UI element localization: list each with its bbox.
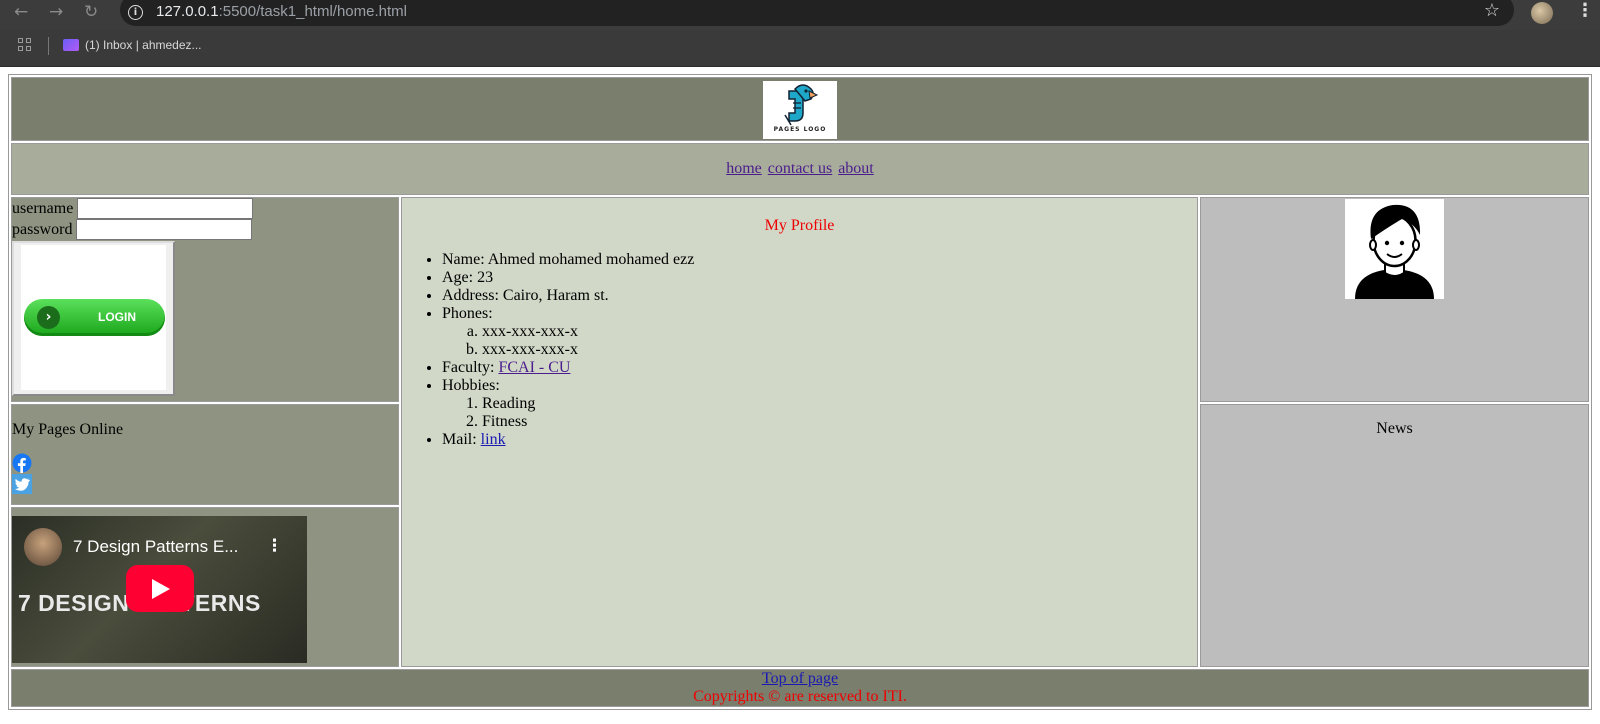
- profile-avatar[interactable]: [1531, 2, 1553, 24]
- apps-grid-icon[interactable]: [18, 38, 32, 52]
- password-input[interactable]: [76, 219, 253, 240]
- reload-icon[interactable]: ↻: [84, 2, 98, 22]
- list-item: Age: 23: [442, 269, 1197, 287]
- phone-item: xxx-xxx-xxx-x: [482, 341, 1197, 359]
- password-label: password: [12, 220, 73, 238]
- youtube-video-embed[interactable]: 7 Design Patterns E... ⋮ 7 DESIGN PATTER…: [12, 516, 307, 663]
- username-input[interactable]: [77, 198, 254, 219]
- bookmark-label: (1) Inbox | ahmedez...: [85, 38, 202, 52]
- pages-logo: PAGES LOGO: [763, 80, 837, 139]
- username-label: username: [12, 199, 74, 217]
- video-title[interactable]: 7 Design Patterns E...: [73, 537, 238, 557]
- list-item: Name: Ahmed mohamed mohamed ezz: [442, 251, 1197, 269]
- page-layout: PAGES LOGO home contact us about usernam…: [8, 74, 1592, 710]
- online-title: My Pages Online: [12, 421, 124, 438]
- browser-toolbar: ← → ↻ i 127.0.0.1:5500/task1_html/home.h…: [0, 0, 1600, 30]
- login-image-button[interactable]: › LOGIN: [12, 241, 175, 396]
- copyright-text: Copyrights © are reserved to ITI.: [693, 688, 907, 705]
- hobby-item: Fitness: [482, 413, 1197, 431]
- bookmarks-separator: [48, 37, 49, 55]
- online-section: My Pages Online: [11, 404, 399, 505]
- parrot-icon: [784, 83, 819, 125]
- list-item: Hobbies: Reading Fitness: [442, 377, 1197, 431]
- site-info-icon[interactable]: i: [128, 5, 143, 20]
- back-icon[interactable]: ←: [14, 2, 28, 22]
- faculty-link[interactable]: FCAI - CU: [498, 359, 570, 376]
- mail-icon: [63, 39, 79, 51]
- news-title: News: [1376, 420, 1413, 437]
- video-section: 7 Design Patterns E... ⋮ 7 DESIGN PATTER…: [11, 507, 399, 667]
- profile-list: Name: Ahmed mohamed mohamed ezz Age: 23 …: [402, 251, 1197, 449]
- chevron-right-icon: ›: [37, 306, 60, 329]
- mail-link[interactable]: link: [481, 431, 506, 448]
- logo-text: PAGES LOGO: [773, 125, 827, 133]
- footer: Top of page Copyrights © are reserved to…: [11, 669, 1589, 707]
- person-avatar-icon: [1355, 204, 1434, 299]
- video-more-icon[interactable]: ⋮: [266, 536, 283, 556]
- hobby-item: Reading: [482, 395, 1197, 413]
- profile-section: My Profile Name: Ahmed mohamed mohamed e…: [401, 197, 1198, 667]
- list-item: Address: Cairo, Haram st.: [442, 287, 1197, 305]
- header: PAGES LOGO: [11, 77, 1589, 141]
- hobbies-list: Reading Fitness: [442, 395, 1197, 431]
- phones-list: xxx-xxx-xxx-x xxx-xxx-xxx-x: [442, 323, 1197, 359]
- avatar-section: [1200, 197, 1589, 402]
- twitter-icon[interactable]: [12, 474, 32, 494]
- list-item: Faculty: FCAI - CU: [442, 359, 1197, 377]
- menu-kebab-icon[interactable]: ⋮: [1576, 0, 1594, 21]
- facebook-icon[interactable]: [12, 453, 32, 473]
- nav-bar: home contact us about: [11, 143, 1589, 195]
- user-avatar-image: [1345, 199, 1444, 299]
- channel-avatar[interactable]: [24, 528, 62, 566]
- list-item: Mail: link: [442, 431, 1197, 449]
- news-section: News: [1200, 404, 1589, 667]
- nav-about-link[interactable]: about: [838, 160, 874, 177]
- bookmark-star-icon[interactable]: ☆: [1484, 0, 1500, 21]
- url-text[interactable]: 127.0.0.1:5500/task1_html/home.html: [156, 3, 407, 20]
- login-button-label: LOGIN: [98, 310, 136, 324]
- bookmark-inbox[interactable]: (1) Inbox | ahmedez...: [63, 38, 202, 52]
- nav-contact-link[interactable]: contact us: [768, 160, 832, 177]
- list-item: Phones: xxx-xxx-xxx-x xxx-xxx-xxx-x: [442, 305, 1197, 359]
- play-button-icon[interactable]: [126, 565, 194, 612]
- nav-home-link[interactable]: home: [726, 160, 762, 177]
- login-section: username password › LOGIN: [11, 197, 399, 402]
- top-of-page-link[interactable]: Top of page: [762, 670, 838, 687]
- address-bar[interactable]: i 127.0.0.1:5500/task1_html/home.html ☆: [120, 0, 1514, 26]
- forward-icon[interactable]: →: [49, 2, 63, 22]
- bookmarks-bar: [0, 30, 1600, 67]
- profile-title: My Profile: [764, 217, 835, 234]
- phone-item: xxx-xxx-xxx-x: [482, 323, 1197, 341]
